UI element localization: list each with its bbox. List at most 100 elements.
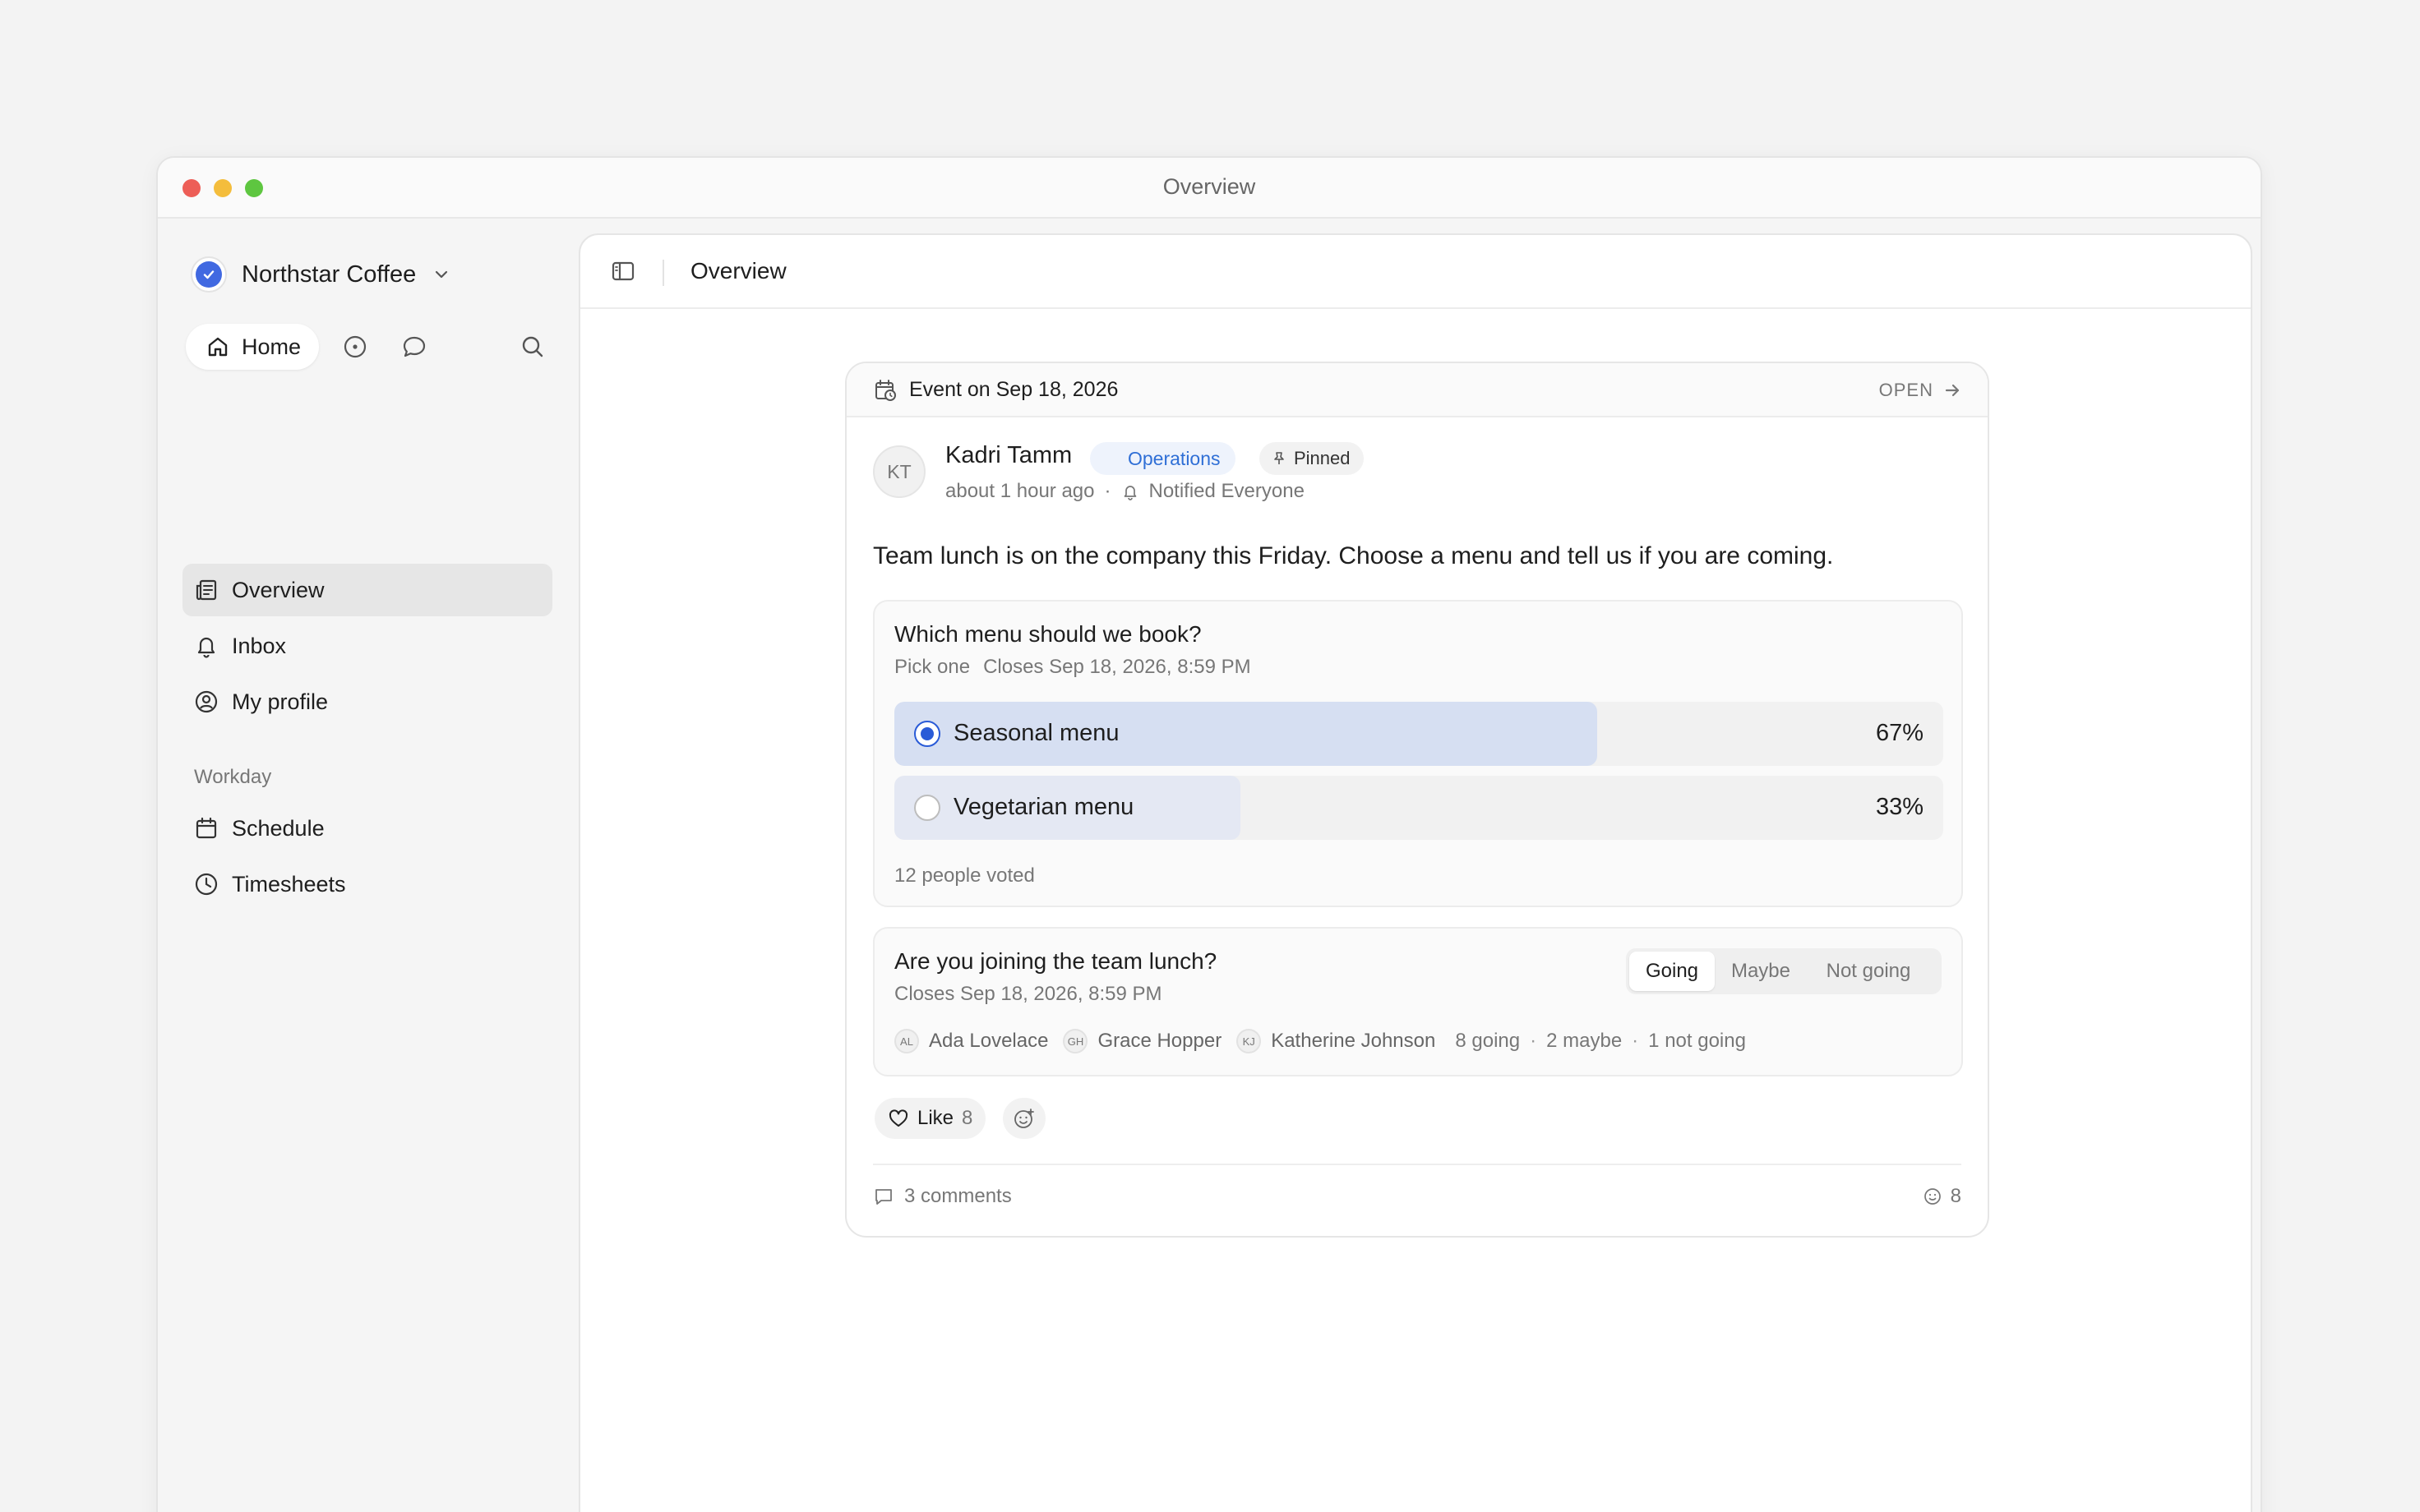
poll-option-percent: 33% [1875, 794, 1924, 820]
post-card: Event on Sep 18, 2026 OPEN KT Kadri Tamm… [845, 362, 1989, 1238]
poll-vote-count: 12 people voted [894, 864, 1035, 887]
reaction-summary[interactable]: 8 [1923, 1185, 1961, 1208]
attendee-list: AL Ada Lovelace GH Grace Hopper KJ Kathe… [894, 1029, 1746, 1053]
check-icon [203, 270, 215, 279]
newspaper-icon [196, 579, 217, 601]
sidebar-item-label: Overview [232, 577, 325, 602]
smiley-icon [1924, 1188, 1941, 1205]
poll-option-label: Seasonal menu [954, 720, 1120, 746]
chevron-down-icon [436, 270, 448, 279]
rsvp-segmented-control: Going Maybe Not going [1626, 948, 1942, 994]
workspace-logo [191, 256, 227, 293]
post-body: Team lunch is on the company this Friday… [873, 542, 1834, 569]
attendee-avatar: KJ [1236, 1029, 1262, 1053]
poll-mode: Pick one [894, 656, 971, 678]
meta-separator: · [1104, 480, 1111, 502]
main-header: Overview [580, 235, 2251, 309]
home-label: Home [242, 334, 302, 359]
pinned-label: Pinned [1294, 448, 1351, 468]
sidebar-item-label: Schedule [232, 815, 325, 841]
comments-link[interactable]: 3 comments [873, 1185, 1012, 1208]
workspace-name: Northstar Coffee [242, 260, 417, 288]
main-panel: Overview Event on Sep 18, 2026 OPEN KT K… [579, 233, 2252, 1512]
notified-label: Notified Everyone [1148, 480, 1305, 502]
workspace-switcher[interactable]: Northstar Coffee [191, 253, 450, 296]
department-badge[interactable]: Operations [1090, 442, 1235, 475]
event-icon-wrapper [873, 378, 898, 407]
title-bar: Overview [158, 158, 2261, 219]
sidebar-item-label: My profile [232, 689, 329, 714]
count-separator: · [1530, 1030, 1537, 1052]
card-divider [873, 1164, 1961, 1165]
like-count: 8 [962, 1107, 973, 1129]
author-avatar[interactable]: KT [873, 445, 926, 498]
clock-icon [195, 873, 218, 896]
section-label-workday: Workday [194, 766, 272, 788]
poll-option-vegetarian[interactable]: Vegetarian menu 33% [894, 776, 1943, 840]
radio-unselected[interactable] [914, 795, 940, 821]
calendar-clock-icon [875, 380, 896, 401]
post-meta: about 1 hour ago · Notified Everyone [945, 480, 1305, 503]
poll-option-percent: 67% [1875, 720, 1924, 746]
rsvp-closes: Closes Sep 18, 2026, 8:59 PM [894, 983, 1162, 1005]
attendee-name: Ada Lovelace [929, 1030, 1049, 1052]
sidebar-item-schedule[interactable]: Schedule [182, 802, 552, 855]
poll-closes: Closes Sep 18, 2026, 8:59 PM [983, 656, 1251, 678]
poll-question: Which menu should we book? [894, 621, 1202, 647]
open-label: OPEN [1878, 380, 1933, 400]
add-reaction-button[interactable] [1003, 1098, 1046, 1139]
sidebar-toggle-icon [612, 261, 635, 281]
rsvp-maybe-button[interactable]: Maybe [1715, 952, 1807, 991]
poll-option-seasonal[interactable]: Seasonal menu 67% [894, 702, 1943, 766]
attendee-name: Grace Hopper [1097, 1030, 1222, 1052]
poll: Which menu should we book? Pick one Clos… [873, 600, 1963, 907]
sidebar-item-label: Inbox [232, 633, 287, 658]
rsvp: Are you joining the team lunch? Closes S… [873, 927, 1963, 1076]
sidebar-item-overview[interactable]: Overview [182, 564, 552, 616]
going-count: 8 going [1455, 1030, 1521, 1052]
open-event-link[interactable]: OPEN [1879, 380, 1961, 401]
bell-icon [197, 637, 215, 658]
reaction-count: 8 [1950, 1185, 1961, 1207]
pinned-badge: Pinned [1259, 442, 1364, 475]
not-going-count: 1 not going [1648, 1030, 1746, 1052]
heart-icon [889, 1109, 908, 1127]
search-button[interactable] [520, 334, 546, 360]
comments-count: 3 comments [904, 1185, 1012, 1207]
sidebar-item-inbox[interactable]: Inbox [182, 620, 552, 672]
calendar-icon [196, 817, 217, 839]
like-button[interactable]: Like 8 [875, 1098, 986, 1139]
event-label: Event on Sep 18, 2026 [909, 378, 1119, 401]
count-separator: · [1632, 1030, 1639, 1052]
window-title: Overview [1162, 174, 1256, 199]
poll-meta: Pick one Closes Sep 18, 2026, 8:59 PM [894, 656, 1251, 679]
post-time: about 1 hour ago [945, 480, 1095, 502]
rsvp-question: Are you joining the team lunch? [894, 948, 1217, 974]
bell-icon [1124, 486, 1136, 500]
user-circle-icon [195, 690, 218, 713]
rsvp-going-button[interactable]: Going [1629, 952, 1715, 991]
activity-button[interactable] [342, 334, 368, 360]
app-window: Overview Northstar Coffee Home Overview … [156, 156, 2262, 1512]
arrow-right-icon [1945, 384, 1960, 397]
event-banner: Event on Sep 18, 2026 OPEN [847, 363, 1988, 417]
sidebar-item-label: Timesheets [232, 871, 346, 897]
chat-bubble-icon [403, 336, 426, 357]
home-tab[interactable]: Home [186, 324, 319, 370]
rsvp-not-going-button[interactable]: Not going [1807, 952, 1930, 991]
page-title: Overview [690, 258, 787, 284]
smiley-plus-icon [1014, 1109, 1034, 1128]
circle-dot-icon [344, 335, 367, 358]
author-name[interactable]: Kadri Tamm [945, 442, 1072, 469]
maybe-count: 2 maybe [1546, 1030, 1623, 1052]
messages-button[interactable] [401, 334, 427, 360]
top-nav: Home [186, 324, 559, 370]
sidebar-toggle-button[interactable] [610, 258, 636, 288]
radio-selected[interactable] [914, 721, 940, 747]
sidebar-item-timesheets[interactable]: Timesheets [182, 858, 552, 910]
comment-icon [875, 1189, 892, 1205]
poll-option-label: Vegetarian menu [954, 794, 1134, 820]
like-label: Like [917, 1107, 954, 1129]
search-icon [522, 336, 543, 357]
sidebar-item-my-profile[interactable]: My profile [182, 675, 552, 728]
